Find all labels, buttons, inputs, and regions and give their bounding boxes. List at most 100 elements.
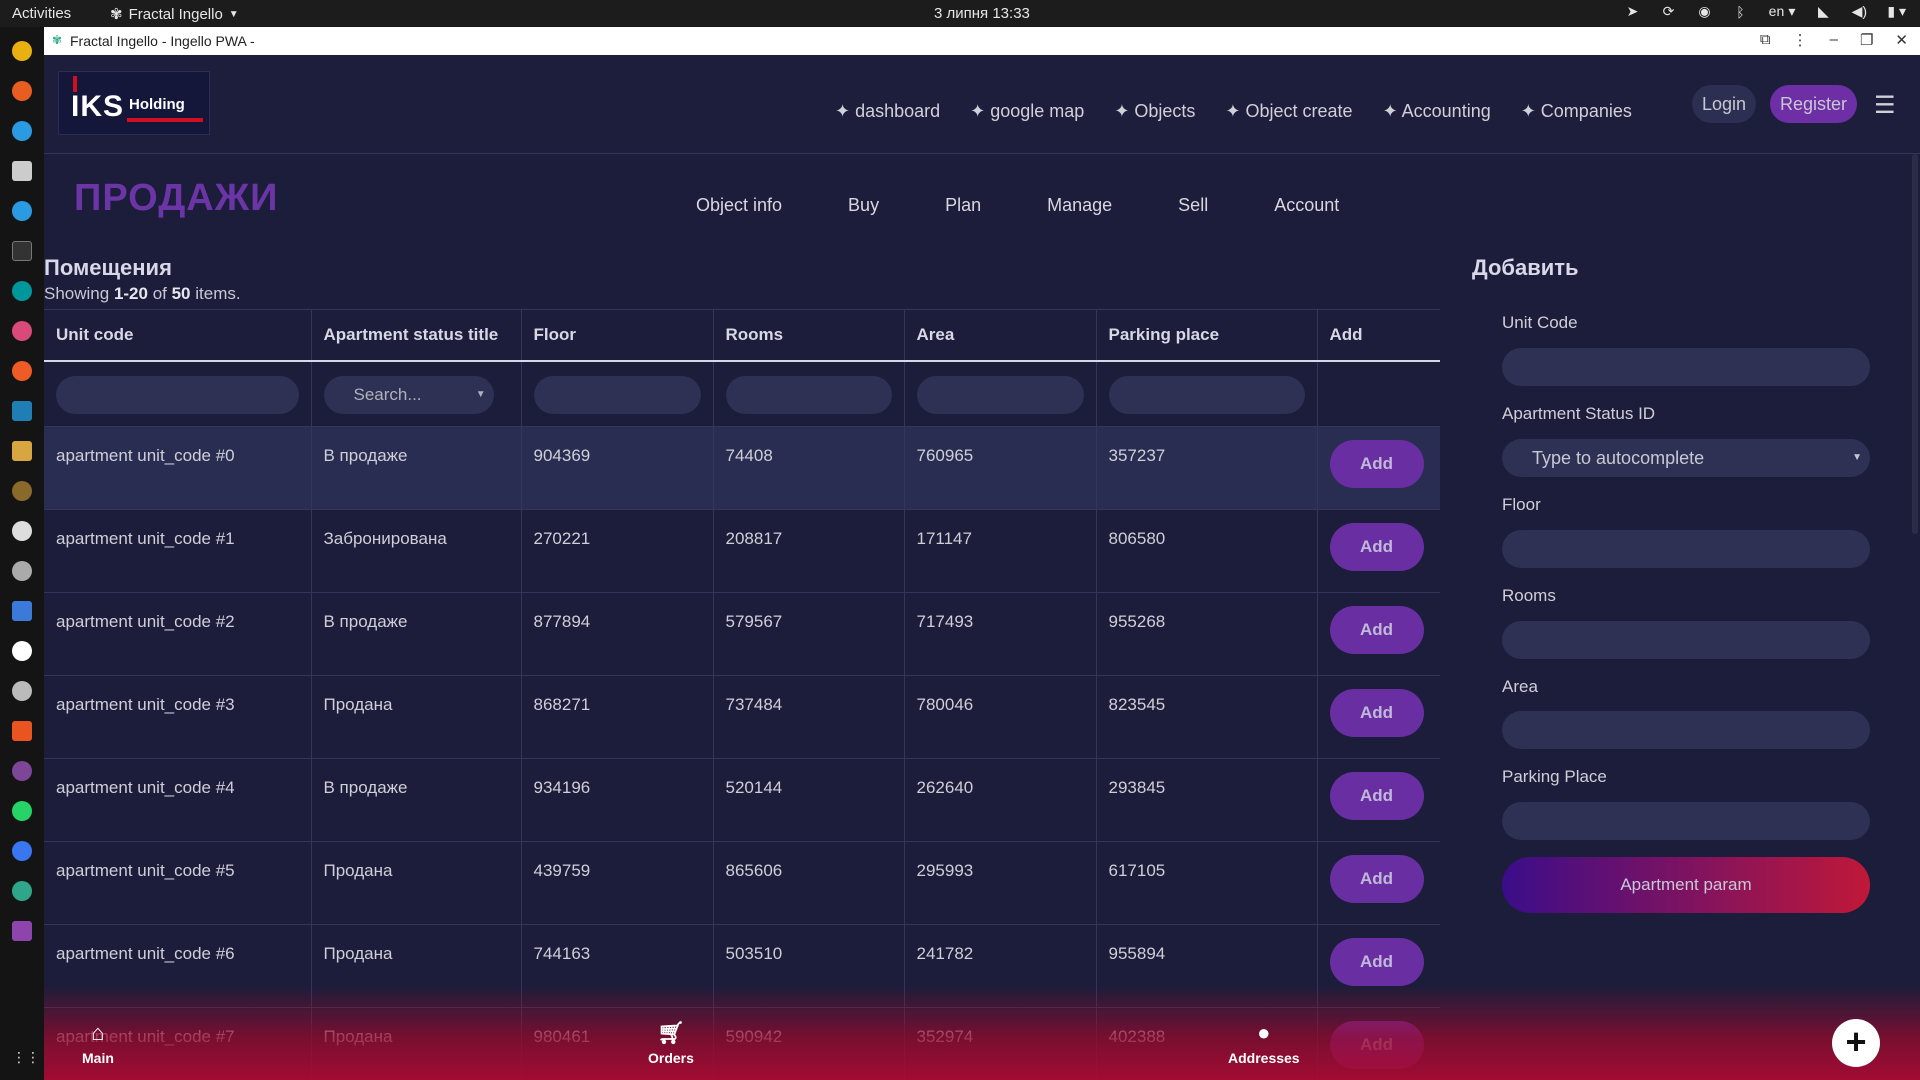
signal-icon[interactable] [12,841,32,861]
bottom-nav-main[interactable]: ⌂ Main [82,1020,114,1066]
column-unit-code[interactable]: Unit code [44,309,312,362]
column-parking[interactable]: Parking place [1096,309,1318,362]
fractal-icon[interactable] [12,881,32,901]
cell-area: 262640 [904,758,1097,842]
puzzle-icon[interactable] [12,521,32,541]
filter-unit-code-input[interactable] [56,375,299,414]
color-picker-icon[interactable] [12,321,32,341]
bottom-nav-orders[interactable]: 🛒︎ Orders [648,1020,694,1066]
drone-icon[interactable] [12,561,32,581]
area-input[interactable] [1502,711,1870,749]
column-floor[interactable]: Floor [521,309,714,362]
add-row-button[interactable]: Add [1329,772,1424,820]
app-grid-icon[interactable]: ⋮⋮ [12,1047,40,1067]
subnav-plan[interactable]: Plan [945,195,981,216]
subnav-object-info[interactable]: Object info [696,195,782,216]
filter-parking-input[interactable] [1108,375,1305,414]
table-header-row: Unit code Apartment status title Floor R… [44,309,1440,362]
terminal-icon[interactable] [12,241,32,261]
hamburger-menu-icon[interactable]: ☰ [1874,91,1896,120]
battery-icon[interactable]: ▮ ▾ [1887,3,1906,20]
add-row-button[interactable]: Add [1329,606,1424,654]
language-indicator[interactable]: en ▾ [1768,3,1796,20]
add-row-button[interactable]: Add [1329,1021,1424,1069]
subnav-sell[interactable]: Sell [1178,195,1208,216]
telegram-desktop-icon[interactable] [12,201,32,221]
arduino-icon[interactable] [12,281,32,301]
nav-object-create[interactable]: ✦ Object create [1225,101,1352,122]
whatsapp-icon[interactable] [12,801,32,821]
logo-text: IKS [71,90,125,123]
add-row-button[interactable]: Add [1329,440,1424,488]
cell-floor: 270221 [521,509,714,593]
cell-status: В продаже [311,592,522,676]
music-icon[interactable] [12,641,32,661]
subnav-buy[interactable]: Buy [848,195,879,216]
editor-icon[interactable] [12,401,32,421]
floor-input[interactable] [1502,530,1870,568]
apartment-param-button[interactable]: Apartment param [1502,857,1870,913]
nav-google-map[interactable]: ✦ google map [970,101,1084,122]
unit-code-input[interactable] [1502,348,1870,386]
parking-input[interactable] [1502,802,1870,840]
filter-status-select[interactable]: Search... ▼ [323,375,494,414]
subnav-account[interactable]: Account [1274,195,1339,216]
subnav-manage[interactable]: Manage [1047,195,1112,216]
cell-parking: 823545 [1096,675,1318,759]
add-fab-button[interactable]: + [1832,1019,1880,1067]
filter-rooms-input[interactable] [725,375,892,414]
nav-companies[interactable]: ✦ Companies [1521,101,1632,122]
add-row-button[interactable]: Add [1329,855,1424,903]
app-menu[interactable]: ✾ Fractal Ingello ▼ [110,5,239,24]
column-area[interactable]: Area [904,309,1097,362]
volume-icon[interactable]: ◀) [1851,3,1867,20]
column-status-title[interactable]: Apartment status title [311,309,522,362]
archive-icon[interactable] [12,441,32,461]
nav-accounting[interactable]: ✦ Accounting [1383,101,1491,122]
add-row-button[interactable]: Add [1329,689,1424,737]
software-center-icon[interactable] [12,721,32,741]
status-id-select[interactable]: Type to autocomplete ▼ [1502,439,1870,477]
filter-floor-input[interactable] [533,375,701,414]
tor-icon[interactable] [12,761,32,781]
sync-icon[interactable]: ⟳ [1660,3,1676,20]
logo[interactable]: IKS Holding [58,71,210,135]
maximize-icon[interactable]: ❐ [1860,31,1873,49]
close-icon[interactable]: ✕ [1895,31,1908,49]
firefox-icon[interactable] [12,81,32,101]
more-menu-icon[interactable]: ⋮ [1793,31,1808,49]
chrome-icon[interactable] [12,41,32,61]
files-icon[interactable] [12,161,32,181]
settings-wheel-icon[interactable] [12,681,32,701]
wifi-icon[interactable]: ◣ [1815,3,1831,20]
nav-dashboard[interactable]: ✦ dashboard [835,101,940,122]
telegram-icon[interactable]: ➤ [1624,3,1640,20]
chrome-icon[interactable]: ◉ [1696,3,1712,20]
bottom-nav-addresses[interactable]: ● Addresses [1228,1020,1300,1066]
bluetooth-icon[interactable]: ᛒ [1732,4,1748,20]
extension-icon[interactable]: ⧉ [1760,31,1771,49]
nav-objects[interactable]: ✦ Objects [1114,101,1195,122]
clock[interactable]: 3 липня 13:33 [934,5,1030,22]
cell-floor: 744163 [521,924,714,1008]
minimize-icon[interactable]: – [1830,31,1838,49]
postman-icon[interactable] [12,361,32,381]
rooms-input[interactable] [1502,621,1870,659]
main-nav: ✦ dashboard ✦ google map ✦ Objects ✦ Obj… [835,101,1632,122]
add-row-button[interactable]: Add [1329,938,1424,986]
document-icon[interactable] [12,601,32,621]
cell-floor: 877894 [521,592,714,676]
column-rooms[interactable]: Rooms [713,309,905,362]
page-scrollbar[interactable] [1912,154,1918,534]
table-row: apartment unit_code #5 Продана 439759 86560… [44,841,1440,925]
telegram-icon[interactable] [12,121,32,141]
register-button[interactable]: Register [1770,85,1858,123]
add-row-button[interactable]: Add [1329,523,1424,571]
chevron-down-icon: ▼ [475,388,486,400]
screenshot-icon[interactable] [12,921,32,941]
game-icon[interactable] [12,481,32,501]
activities-button[interactable]: Activities [12,5,71,22]
login-button[interactable]: Login [1692,85,1757,123]
filter-area-input[interactable] [916,375,1084,414]
list-summary: Showing 1-20 of 50 items. [44,284,241,303]
